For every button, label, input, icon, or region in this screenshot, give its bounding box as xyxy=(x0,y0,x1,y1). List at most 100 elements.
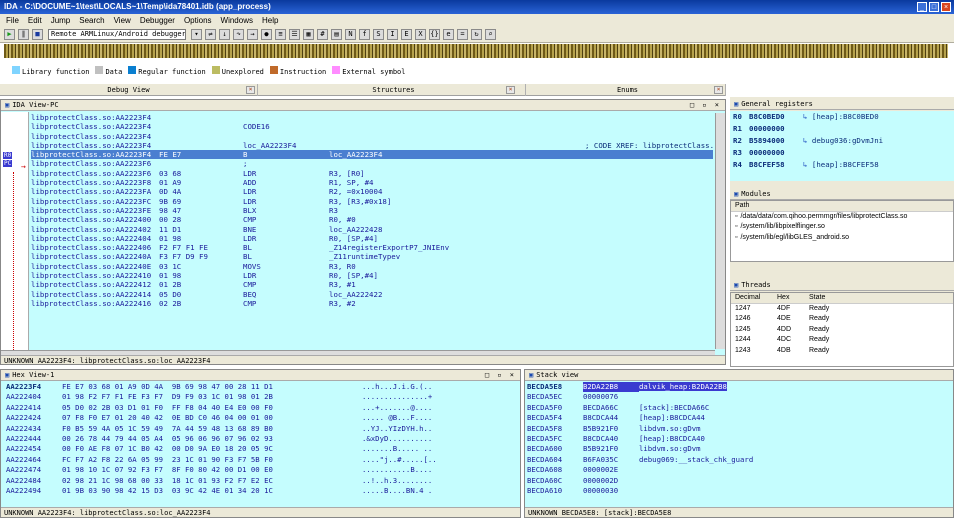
disasm-line[interactable]: libprotectClass.so:AA222404 01 98 LDR R0, [… xyxy=(31,234,713,243)
disasm-line[interactable]: libprotectClass.so:AA222416 02 2B CMP R3, #… xyxy=(31,299,713,308)
refresh-icon[interactable]: ↻ xyxy=(471,29,482,40)
menu-search[interactable]: Search xyxy=(79,16,104,25)
hex-row[interactable]: AA222434 F0 B5 59 4A 05 1C 59 49 7A 44 59… xyxy=(1,424,520,434)
disasm-line[interactable]: libprotectClass.so:AA2223F6; xyxy=(31,159,713,168)
disasm-line[interactable]: libprotectClass.so:AA2223FE 98 47 BLX R3 xyxy=(31,206,713,215)
step-over-icon[interactable]: ↷ xyxy=(233,29,244,40)
table-row[interactable]: 1243 4DB Ready xyxy=(731,346,953,357)
stack-row[interactable]: BECDA608 0000002E xyxy=(525,465,953,475)
modules-list[interactable]: Path ▫/data/data/com.qihoo.permmgr/files… xyxy=(730,200,954,262)
close-icon[interactable]: × xyxy=(506,86,515,94)
disasm-line[interactable]: libprotectClass.so:AA2223FA 0D 4A LDR R2, =… xyxy=(31,187,713,196)
strings-icon[interactable]: S xyxy=(373,29,384,40)
stack-row[interactable]: BECDA5EC 00000076 xyxy=(525,392,953,402)
xrefs-icon[interactable]: X xyxy=(415,29,426,40)
stack-row[interactable]: BECDA604 B6FA035C debug069:__stack_chk_gua… xyxy=(525,455,953,465)
close-icon[interactable]: × xyxy=(941,2,951,12)
table-row[interactable]: 1244 4DC Ready xyxy=(731,335,953,346)
table-row[interactable]: 1245 4DD Ready xyxy=(731,325,953,336)
breakpoint-icon[interactable]: ● xyxy=(261,29,272,40)
vertical-scrollbar[interactable] xyxy=(715,113,725,349)
hex-dump[interactable]: AA2223F4 FE E7 03 68 01 A9 0D 4A 9B 69 98… xyxy=(1,381,520,507)
list-item[interactable]: ▫/data/data/com.qihoo.permmgr/files/libp… xyxy=(731,212,953,223)
disasm-line[interactable]: libprotectClass.so:AA222410 01 98 LDR R0, [… xyxy=(31,271,713,280)
tab-debug-view[interactable]: Debug View xyxy=(0,84,258,96)
menu-edit[interactable]: Edit xyxy=(28,16,42,25)
minimize-icon[interactable]: _ xyxy=(917,2,927,12)
pause-icon[interactable]: ∥ xyxy=(18,29,29,40)
menu-jump[interactable]: Jump xyxy=(51,16,71,25)
navigation-band[interactable] xyxy=(4,44,948,58)
disasm-line[interactable]: libprotectClass.so:AA2223F4 FE E7 Bloc_AA2… xyxy=(31,150,713,160)
close-icon[interactable]: × xyxy=(714,86,723,94)
hex-row[interactable]: AA222454 00 F0 AE F8 07 1C B0 42 00 D0 9A… xyxy=(1,444,520,454)
register-row[interactable]: R2 B5894000 ↳ debug036:gDvmJni xyxy=(730,135,954,147)
hex-row[interactable]: AA222494 01 9B 03 90 98 42 15 D3 03 9C 42… xyxy=(1,486,520,496)
hex-icon[interactable]: # xyxy=(317,29,328,40)
hex-row[interactable]: AA222474 01 98 10 1C 07 92 F3 F7 8F F0 80… xyxy=(1,465,520,475)
disasm-line[interactable]: libprotectClass.so:AA2223F6 03 68 LDR R3, [… xyxy=(31,169,713,178)
menu-help[interactable]: Help xyxy=(262,16,278,25)
maximize-icon[interactable]: □ xyxy=(929,2,939,12)
menu-file[interactable]: File xyxy=(6,16,19,25)
stack-row[interactable]: BECDA60C 0000002D xyxy=(525,476,953,486)
segments-icon[interactable]: ▤ xyxy=(331,29,342,40)
stack-list[interactable]: BECDA5E8 B2DA22B8 dalvik_heap:B2DA22B8 BECD… xyxy=(525,381,953,507)
disasm-line[interactable]: libprotectClass.so:AA22240A F3 F7 D9 F9 BL… xyxy=(31,252,713,261)
register-row[interactable]: R3 00000000 xyxy=(730,147,954,159)
list-icon[interactable]: ☰ xyxy=(289,29,300,40)
menu-options[interactable]: Options xyxy=(184,16,212,25)
start-process-icon[interactable]: ▶ xyxy=(4,29,15,40)
step-into-icon[interactable]: ↓ xyxy=(219,29,230,40)
disasm-line[interactable]: libprotectClass.so:AA2223FC 9B 69 LDR R3, [… xyxy=(31,197,713,206)
registers-list[interactable]: R0 B8C0BED0 ↳ [heap]:B8C0BED0 R1 00000000 R2 B… xyxy=(730,111,954,181)
stack-row[interactable]: BECDA5F0 BECDA66C [stack]:BECDA66C xyxy=(525,403,953,413)
tab-enums[interactable]: Enums xyxy=(530,84,726,96)
threads-table[interactable]: Decimal Hex State 1247 4DF Ready 1246 4DE Rea… xyxy=(730,292,954,367)
register-row[interactable]: R4 B8CFEF58 ↳ [heap]:B8CFEF58 xyxy=(730,159,954,171)
disassembly-listing[interactable]: libprotectClass.so:AA2223F4 libprotectCla… xyxy=(31,113,713,349)
stack-row[interactable]: BECDA5F8 B5B921F0 libdvm.so:gDvm xyxy=(525,424,953,434)
calculator-icon[interactable]: = xyxy=(457,29,468,40)
disasm-line[interactable]: libprotectClass.so:AA22240E 03 1C MOVS R3, … xyxy=(31,262,713,271)
disasm-line[interactable]: libprotectClass.so:AA222406 F2 F7 F1 FE BL… xyxy=(31,243,713,252)
stack-row[interactable]: BECDA5E8 B2DA22B8 dalvik_heap:B2DA22B8 xyxy=(525,382,953,393)
menu-windows[interactable]: Windows xyxy=(221,16,253,25)
tab-structures[interactable]: Structures xyxy=(262,84,526,96)
disasm-line[interactable]: libprotectClass.so:AA2223F4 loc_AA2223F4;… xyxy=(31,141,713,150)
hex-row[interactable]: AA222404 01 98 F2 F7 F1 FE F3 F7 D9 F9 03… xyxy=(1,392,520,402)
stack-row[interactable]: BECDA5FC B8CDCA40 [heap]:B8CDCA40 xyxy=(525,434,953,444)
hex-row[interactable]: AA222414 05 D0 02 2B 03 D1 01 F0 FF F8 04… xyxy=(1,403,520,413)
hex-row[interactable]: AA222424 07 F8 F0 E7 01 20 40 42 0E BD C0… xyxy=(1,413,520,423)
list-item[interactable]: ▫/system/lib/libpixelflinger.so xyxy=(731,222,953,233)
names-icon[interactable]: N xyxy=(345,29,356,40)
disasm-line[interactable]: libprotectClass.so:AA2223F4 xyxy=(31,132,713,141)
menu-debugger[interactable]: Debugger xyxy=(140,16,175,25)
disasm-line[interactable]: libprotectClass.so:AA222412 01 2B CMP R3, #… xyxy=(31,280,713,289)
disasm-line[interactable]: libprotectClass.so:AA2223F4 CODE16 xyxy=(31,122,713,131)
stack-row[interactable]: BECDA600 B5B921F0 libdvm.so:gDvm xyxy=(525,444,953,454)
register-row[interactable]: R1 00000000 xyxy=(730,123,954,135)
graph-icon[interactable]: ▦ xyxy=(303,29,314,40)
disasm-line[interactable]: libprotectClass.so:AA222414 05 D0 BEQ loc_A… xyxy=(31,290,713,299)
hex-row[interactable]: AA2223F4 FE E7 03 68 01 A9 0D 4A 9B 69 98… xyxy=(1,382,520,392)
debugger-select[interactable]: Remote ARMLinux/Android debugger xyxy=(48,29,186,40)
register-row[interactable]: R0 B8C0BED0 ↳ [heap]:B8C0BED0 xyxy=(730,111,954,123)
disasm-line[interactable]: libprotectClass.so:AA222402 11 D1 BNE loc_A… xyxy=(31,225,713,234)
panel-buttons[interactable]: □ ▫ × xyxy=(690,101,721,109)
disasm-line[interactable]: libprotectClass.so:AA2223F4 xyxy=(31,113,713,122)
stack-row[interactable]: BECDA610 00000030 xyxy=(525,486,953,496)
close-icon[interactable]: × xyxy=(246,86,255,94)
stack-row[interactable]: BECDA5F4 B8CDCA44 [heap]:B8CDCA44 xyxy=(525,413,953,423)
table-row[interactable]: 1247 4DF Ready xyxy=(731,304,953,315)
search-icon[interactable]: ⌕ xyxy=(485,29,496,40)
hex-row[interactable]: AA222444 00 26 78 44 79 44 05 A4 05 96 06… xyxy=(1,434,520,444)
exports-icon[interactable]: E xyxy=(401,29,412,40)
stop-process-icon[interactable]: ■ xyxy=(32,29,43,40)
functions-icon[interactable]: f xyxy=(359,29,370,40)
imports-icon[interactable]: I xyxy=(387,29,398,40)
enums-icon[interactable]: e xyxy=(443,29,454,40)
trace-icon[interactable]: ≡ xyxy=(275,29,286,40)
table-row[interactable]: 1246 4DE Ready xyxy=(731,314,953,325)
run-to-cursor-icon[interactable]: → xyxy=(247,29,258,40)
